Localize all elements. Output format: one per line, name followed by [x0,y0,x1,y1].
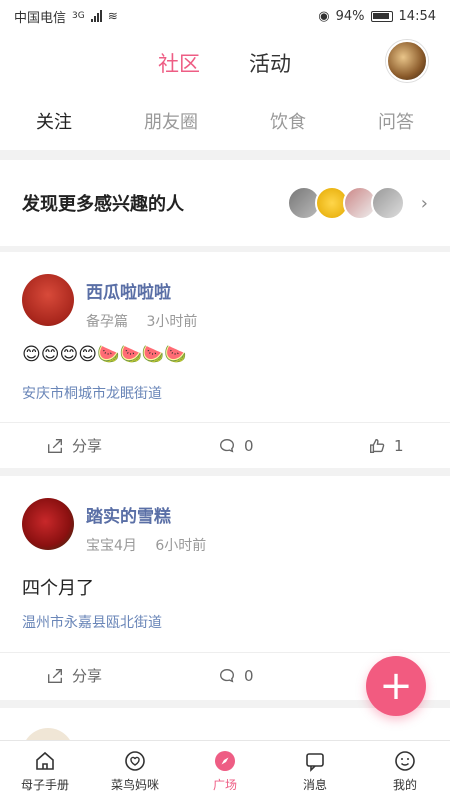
nav-home[interactable]: 母子手册 [0,741,90,800]
post-location[interactable]: 温州市永嘉县瓯北街道 [22,612,162,632]
message-icon [306,752,324,772]
sub-tabs: 关注 朋友圈 饮食 问答 [0,92,450,150]
comment-button[interactable]: 0 [218,667,254,685]
post-location[interactable]: 安庆市桐城市龙眠街道 [22,383,162,403]
nav-mommy[interactable]: 菜鸟妈咪 [90,741,180,800]
post-stage: 宝宝4月 [86,538,137,554]
user-avatar[interactable] [386,40,428,82]
chevron-right-icon: › [420,192,428,214]
like-button[interactable]: 1 [368,437,404,455]
post-author[interactable]: 西瓜啦啦啦 [86,278,211,303]
post-stage: 备孕篇 [86,314,128,330]
share-label: 分享 [72,667,103,685]
share-button[interactable]: 分享 [46,435,102,456]
nav-messages[interactable]: 消息 [270,741,360,800]
bottom-nav: 母子手册 菜鸟妈咪 广场 消息 我的 [0,740,450,800]
network-type: 3G [72,11,85,21]
subtab-friends[interactable]: 朋友圈 [144,108,198,134]
comment-count: 0 [244,436,254,455]
post-header: 踏实的雪糕 宝宝4月 6小时前 [22,498,220,555]
heart-chat-icon [125,750,145,771]
top-nav: 社区 活动 [0,32,450,96]
nav-messages-label: 消息 [302,777,327,792]
battery-icon [370,10,393,22]
eye-icon: ◉ [318,8,330,24]
nav-home-label: 母子手册 [20,777,69,792]
compass-icon [215,750,235,771]
subtab-qa[interactable]: 问答 [378,108,414,134]
battery-percent: 94% [335,8,365,24]
avatar-stack [286,186,405,220]
post-subinfo: 备孕篇 3小时前 [86,311,211,331]
post-subinfo: 宝宝4月 6小时前 [86,535,220,555]
post-time: 3小时前 [146,314,198,330]
stack-avatar [370,186,405,220]
plus-icon: + [379,663,413,709]
comment-icon [220,668,234,683]
subtab-follow[interactable]: 关注 [36,108,72,134]
carrier-label: 中国电信 [14,10,67,26]
share-button[interactable]: 分享 [46,665,102,686]
post-avatar[interactable] [22,498,74,550]
profile-icon [395,750,415,771]
comment-icon [220,438,234,453]
thumbs-up-icon [370,438,385,453]
nav-square-label: 广场 [212,777,237,792]
post-card[interactable]: 西瓜啦啦啦 备孕篇 3小时前 😊😊😊😊🍉🍉🍉🍉 安庆市桐城市龙眠街道 分享 0 … [0,252,450,468]
discover-title: 发现更多感兴趣的人 [22,194,184,215]
comment-button[interactable]: 0 [218,437,254,455]
tab-activity[interactable]: 活动 [249,48,291,78]
share-icon [48,668,62,683]
discover-people-row[interactable]: 发现更多感兴趣的人 › [0,160,450,246]
post-author[interactable]: 踏实的雪糕 [86,502,220,527]
post-avatar[interactable] [22,274,74,326]
post-time: 6小时前 [155,538,207,554]
home-icon [36,751,54,770]
post-actions: 分享 0 1 [0,422,450,468]
status-bar: 中国电信 3G ≋ ◉ 94% 14:54 [0,0,450,32]
nav-profile[interactable]: 我的 [360,741,450,800]
signal-icon [90,10,102,22]
tab-community[interactable]: 社区 [158,48,200,96]
post-content: 😊😊😊😊🍉🍉🍉🍉 [22,344,187,365]
comment-count: 0 [244,666,254,685]
tab-activity-label: 活动 [249,52,291,76]
clock: 14:54 [398,8,436,24]
wifi-icon: ≋ [107,9,118,23]
post-content: 四个月了 [22,578,94,599]
subtab-food[interactable]: 饮食 [270,108,306,134]
post-header: 西瓜啦啦啦 备孕篇 3小时前 [22,274,211,331]
share-icon [48,438,62,453]
like-count: 1 [394,436,404,455]
nav-mommy-label: 菜鸟妈咪 [110,777,159,792]
share-label: 分享 [72,437,103,455]
create-post-button[interactable]: + [366,656,426,716]
nav-profile-label: 我的 [392,777,417,792]
nav-square[interactable]: 广场 [180,741,270,800]
tab-community-label: 社区 [158,52,200,76]
